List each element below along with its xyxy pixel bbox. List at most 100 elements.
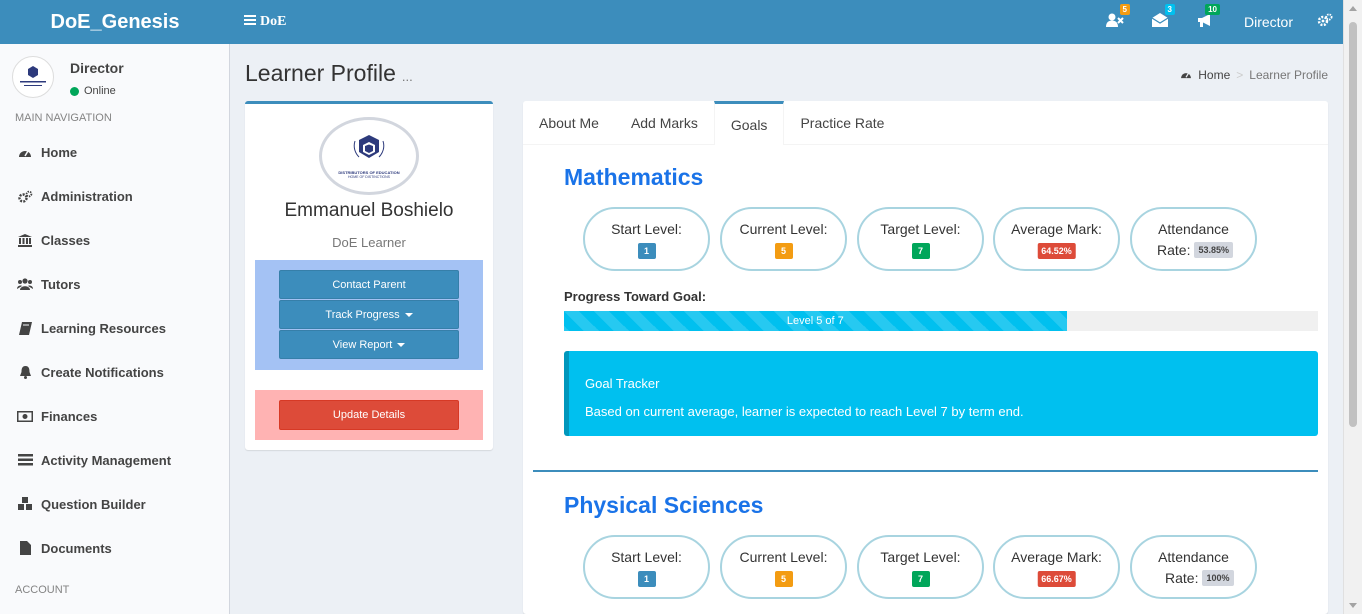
scroll-up-icon[interactable]: [1349, 6, 1357, 11]
sidebar-item-label: Finances: [41, 408, 98, 424]
subject-title-mathematics: Mathematics: [564, 164, 704, 190]
tab-about-me[interactable]: About Me: [523, 101, 615, 145]
announcements-button[interactable]: 10: [1183, 0, 1228, 44]
start-level-label: Start Level:: [611, 549, 682, 565]
sidebar-item-label: Classes: [41, 232, 91, 248]
breadcrumb: Home > Learner Profile: [1180, 68, 1328, 82]
scroll-down-icon[interactable]: [1349, 603, 1357, 608]
target-level-value: 7: [911, 243, 930, 259]
bell-icon: [17, 364, 33, 380]
sidebar-item-learning-resources[interactable]: Learning Resources: [0, 306, 229, 350]
brand-logo[interactable]: DoE_Genesis: [0, 0, 230, 44]
sidebar-item-home[interactable]: Home: [0, 130, 229, 174]
goal-tracker-title: Goal Tracker: [585, 376, 660, 391]
rate-label: Rate:: [1157, 242, 1191, 258]
sidebar-item-label: Create Notifications: [41, 364, 164, 380]
current-level-label: Current Level:: [739, 549, 828, 565]
sidebar-item-documents[interactable]: Documents: [0, 526, 229, 570]
tab-add-marks[interactable]: Add Marks: [615, 101, 714, 145]
tabs-panel: About Me Add Marks Goals Practice Rate M…: [523, 101, 1328, 614]
page-scrollbar[interactable]: [1343, 0, 1362, 614]
user-times-badge: 5: [1119, 4, 1130, 15]
sidebar-item-administration[interactable]: Administration: [0, 174, 229, 218]
tab-goals[interactable]: Goals: [713, 101, 785, 145]
envelope-icon: [1152, 12, 1169, 32]
current-level-value: 5: [774, 243, 793, 259]
goal-tracker-callout: Goal Tracker Based on current average, l…: [564, 351, 1318, 436]
caret-down-icon: [404, 312, 413, 317]
current-level-value: 5: [774, 571, 793, 587]
users-icon: [17, 276, 33, 292]
average-mark-card: Average Mark: 64.52%: [993, 207, 1120, 271]
attendance-rate-value: 53.85%: [1194, 242, 1233, 258]
logo-text-line2: HOME OF DISTINCTIONS: [348, 175, 390, 179]
sidebar-item-label: Learning Resources: [41, 320, 166, 336]
main-navigation-header: MAIN NAVIGATION: [15, 112, 112, 124]
rate-label: Rate:: [1165, 570, 1199, 586]
caret-down-icon: [397, 342, 406, 347]
breadcrumb-current: Learner Profile: [1249, 68, 1328, 82]
cubes-icon: [17, 496, 33, 512]
tab-bar: About Me Add Marks Goals Practice Rate: [523, 101, 1328, 145]
start-level-card: Start Level: 1: [583, 207, 710, 271]
dashboard-icon: [17, 144, 33, 160]
account-header: ACCOUNT: [15, 584, 70, 596]
attendance-rate-value: 100%: [1202, 570, 1234, 586]
progress-text: Level 5 of 7: [786, 315, 844, 327]
breadcrumb-home[interactable]: Home: [1198, 68, 1230, 82]
section-divider: [533, 470, 1318, 472]
average-mark-card: Average Mark: 66.67%: [993, 535, 1120, 599]
learner-name: Emmanuel Boshielo: [284, 200, 454, 221]
sidebar-item-classes[interactable]: Classes: [0, 218, 229, 262]
average-mark-value: 64.52%: [1037, 243, 1076, 259]
sidebar-item-tutors[interactable]: Tutors: [0, 262, 229, 306]
update-details-button[interactable]: Update Details: [279, 400, 459, 430]
control-sidebar-button[interactable]: [1307, 0, 1343, 44]
track-progress-button[interactable]: Track Progress: [279, 300, 459, 329]
status-indicator[interactable]: Online: [70, 85, 116, 97]
progress-track: Level 5 of 7: [564, 311, 1318, 331]
track-progress-label: Track Progress: [325, 308, 400, 321]
sidebar-item-label: Home: [41, 144, 78, 160]
announcements-badge: 10: [1205, 4, 1220, 15]
user-menu[interactable]: Director: [1228, 14, 1307, 30]
contact-parent-button[interactable]: Contact Parent: [279, 270, 459, 299]
average-mark-label: Average Mark:: [1011, 221, 1102, 237]
sidebar: Director Online MAIN NAVIGATION Home Adm…: [0, 44, 230, 614]
messages-badge: 3: [1164, 4, 1175, 15]
cogs-icon: [17, 188, 33, 204]
update-panel: Update Details: [255, 390, 483, 440]
attendance-rate-card: Attendance Rate: 53.85%: [1130, 207, 1257, 271]
sidebar-item-activity-management[interactable]: Activity Management: [0, 438, 229, 482]
scrollbar-thumb[interactable]: [1349, 22, 1357, 427]
page-title-text: Learner Profile: [245, 60, 396, 86]
book-icon: [17, 320, 33, 336]
view-report-label: View Report: [332, 338, 393, 351]
profile-logo: DISTRIBUTORS OF EDUCATION HOME OF DISTIN…: [319, 117, 419, 195]
avatar: [12, 56, 54, 98]
target-level-label: Target Level:: [880, 221, 961, 237]
institution-icon: [17, 232, 33, 248]
sidebar-item-label: Activity Management: [41, 452, 172, 468]
subject-title-physical-sciences: Physical Sciences: [564, 492, 764, 518]
sidebar-toggle-label: DoE: [260, 14, 287, 29]
hamburger-icon: [244, 14, 256, 30]
sidebar-item-create-notifications[interactable]: Create Notifications: [0, 350, 229, 394]
start-level-card: Start Level: 1: [583, 535, 710, 599]
money-icon: [17, 408, 33, 424]
average-mark-value: 66.67%: [1037, 571, 1076, 587]
view-report-button[interactable]: View Report: [279, 330, 459, 359]
sidebar-item-question-builder[interactable]: Question Builder: [0, 482, 229, 526]
bullhorn-icon: [1197, 13, 1213, 32]
tab-practice-rate[interactable]: Practice Rate: [784, 101, 900, 145]
goal-tracker-text: Based on current average, learner is exp…: [585, 404, 1024, 419]
sidebar-item-label: Question Builder: [41, 496, 146, 512]
breadcrumb-separator: >: [1236, 68, 1244, 82]
sidebar-item-finances[interactable]: Finances: [0, 394, 229, 438]
gears-icon: [1317, 13, 1333, 32]
messages-button[interactable]: 3: [1138, 0, 1183, 44]
user-times-button[interactable]: 5: [1093, 0, 1138, 44]
file-icon: [17, 540, 33, 556]
sidebar-toggle[interactable]: DoE: [244, 14, 286, 30]
actions-panel: Contact Parent Track Progress View Repor…: [255, 260, 483, 370]
